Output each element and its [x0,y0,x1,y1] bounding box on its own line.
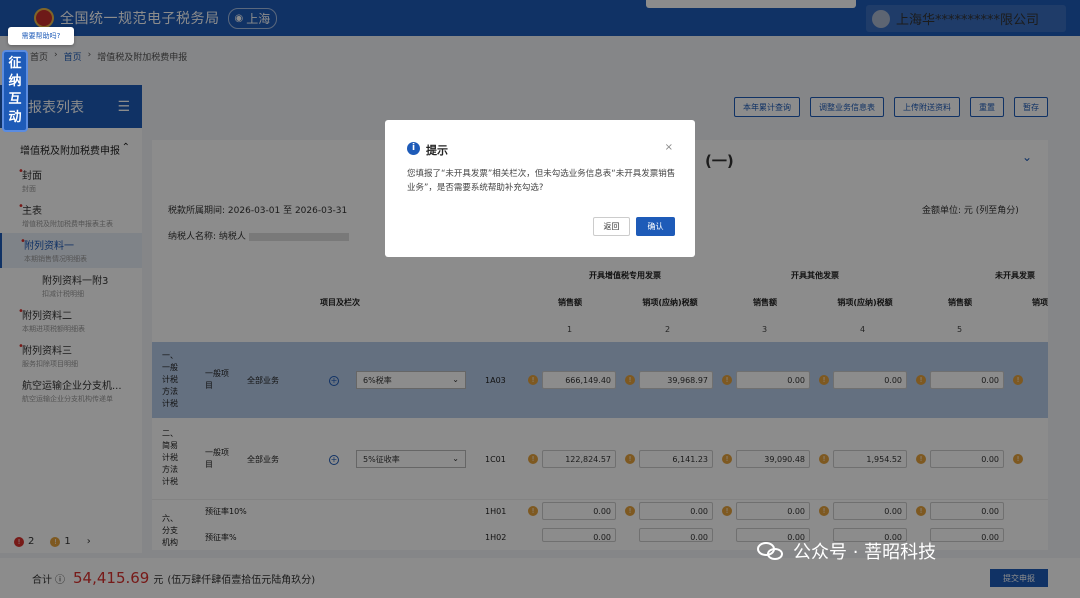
watermark-text: 公众号 · 菩昭科技 [793,542,937,563]
wechat-icon [757,540,787,562]
confirm-button[interactable]: 确认 [636,217,675,236]
dialog-message: 您填报了“未开具发票”相关栏次，但未勾选业务信息表“未开具发票销售业务”，是否需… [407,169,676,193]
interaction-badge[interactable]: 征 纳 互 动 [2,50,28,132]
help-bubble[interactable]: 需要帮助吗? [8,27,74,45]
prompt-dialog: i 提示 × 您填报了“未开具发票”相关栏次，但未勾选业务信息表“未开具发票销售… [385,120,695,257]
back-button[interactable]: 返回 [593,217,630,236]
info-icon: i [407,142,420,155]
close-icon[interactable]: × [665,142,673,153]
dialog-title: 提示 [426,144,448,157]
watermark: 公众号 · 菩昭科技 [757,538,936,564]
modal-overlay[interactable] [0,0,1080,598]
